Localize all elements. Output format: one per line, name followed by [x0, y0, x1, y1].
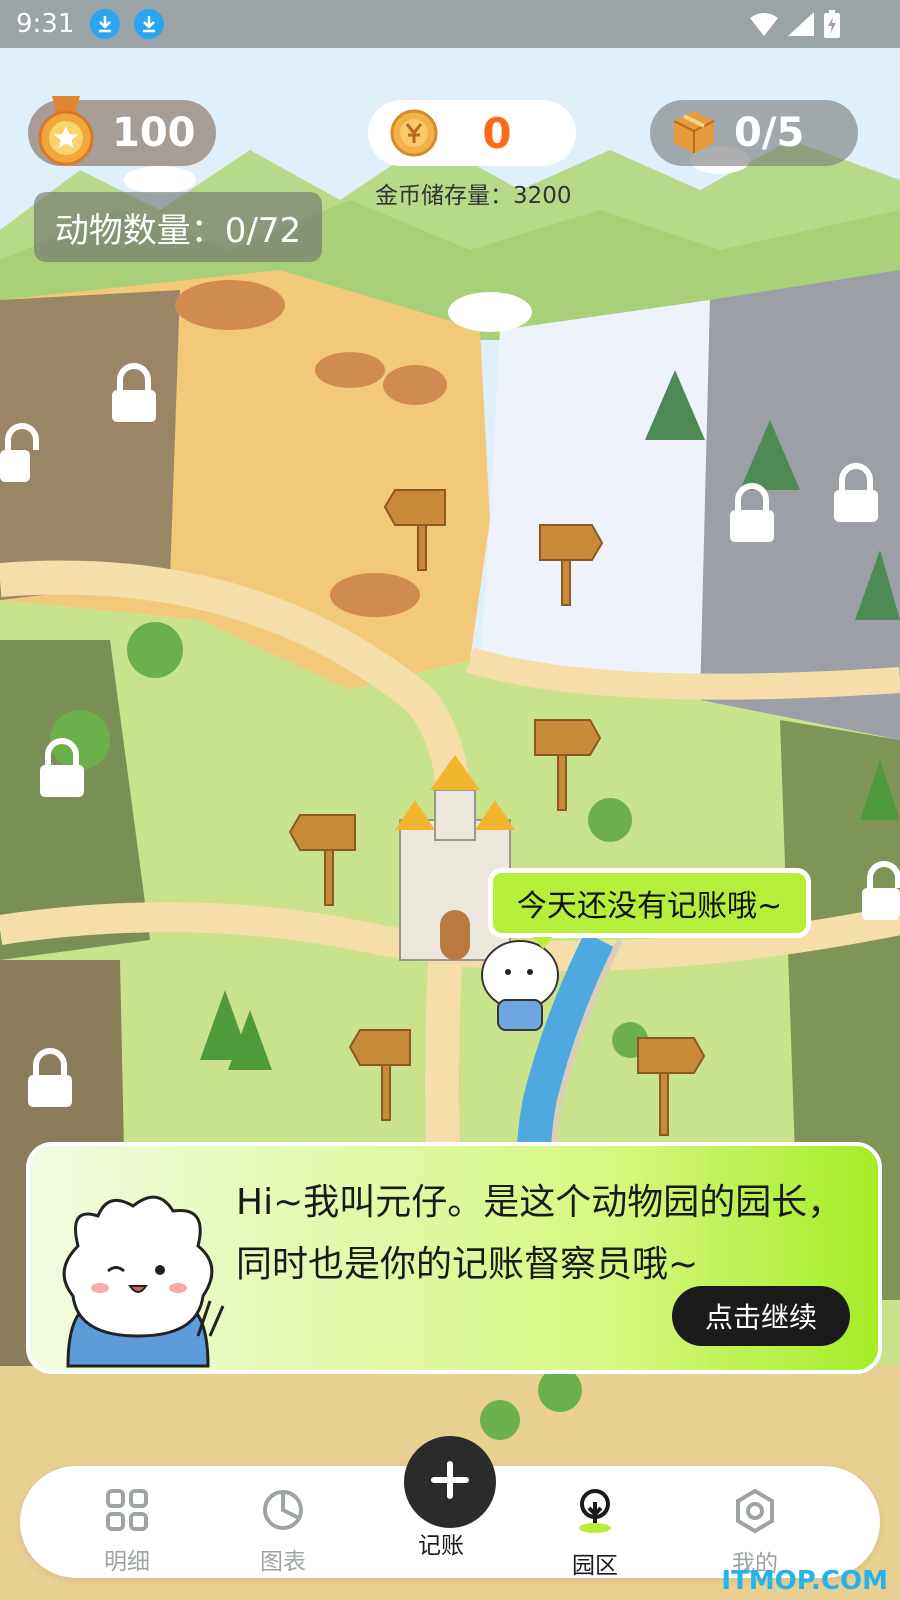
status-time: 9:31	[16, 9, 75, 39]
settings-icon	[710, 1488, 800, 1540]
grid-icon	[82, 1488, 172, 1538]
download-icon	[134, 9, 165, 39]
intro-line-1: Hi~我叫元仔。是这个动物园的园长，	[236, 1182, 844, 1223]
nav-label-record: 记账	[418, 1533, 464, 1559]
pie-chart-icon	[238, 1488, 328, 1538]
coin-storage-label: 金币储存量：3200	[375, 183, 572, 209]
continue-button[interactable]: 点击继续	[672, 1286, 850, 1346]
nav-label-details: 明细	[104, 1549, 150, 1575]
speech-bubble: 今天还没有记账哦~	[488, 868, 812, 949]
intro-dialog: Hi~我叫元仔。是这个动物园的园长， 同时也是你的记账督察员哦~ 点击继续	[26, 1142, 882, 1374]
plus-icon	[430, 1460, 470, 1504]
add-record-button[interactable]	[404, 1436, 496, 1528]
download-icon	[90, 9, 121, 39]
level-badge[interactable]: 100	[28, 96, 216, 166]
level-value: 100	[112, 110, 196, 156]
medal-icon	[34, 96, 98, 170]
nav-label-charts: 图表	[260, 1549, 306, 1575]
nav-item-mine[interactable]: 我的	[710, 1488, 800, 1578]
status-bar: 9:31	[0, 0, 900, 48]
nav-item-details[interactable]: 明细	[82, 1488, 172, 1576]
tree-icon	[550, 1488, 640, 1542]
box-value: 0/5	[734, 110, 805, 156]
nav-label-park: 园区	[572, 1553, 618, 1579]
coin-icon	[390, 109, 438, 161]
coin-balance[interactable]: 0	[368, 100, 576, 166]
battery-charging-icon	[824, 10, 840, 45]
animal-count-badge: 动物数量：0/72	[34, 192, 322, 262]
mascot-avatar	[38, 1186, 238, 1370]
box-icon	[672, 109, 716, 157]
box-counter[interactable]: 0/5	[650, 100, 858, 166]
watermark: ITMOP.COM	[721, 1566, 888, 1596]
cellular-signal-icon	[788, 12, 814, 43]
nav-item-record[interactable]: 记账	[396, 1526, 486, 1560]
nav-item-charts[interactable]: 图表	[238, 1488, 328, 1576]
coin-value: 0	[482, 108, 512, 158]
intro-message: Hi~我叫元仔。是这个动物园的园长， 同时也是你的记账督察员哦~	[236, 1172, 843, 1296]
nav-item-park[interactable]: 园区	[550, 1488, 640, 1580]
wifi-icon	[750, 12, 778, 43]
